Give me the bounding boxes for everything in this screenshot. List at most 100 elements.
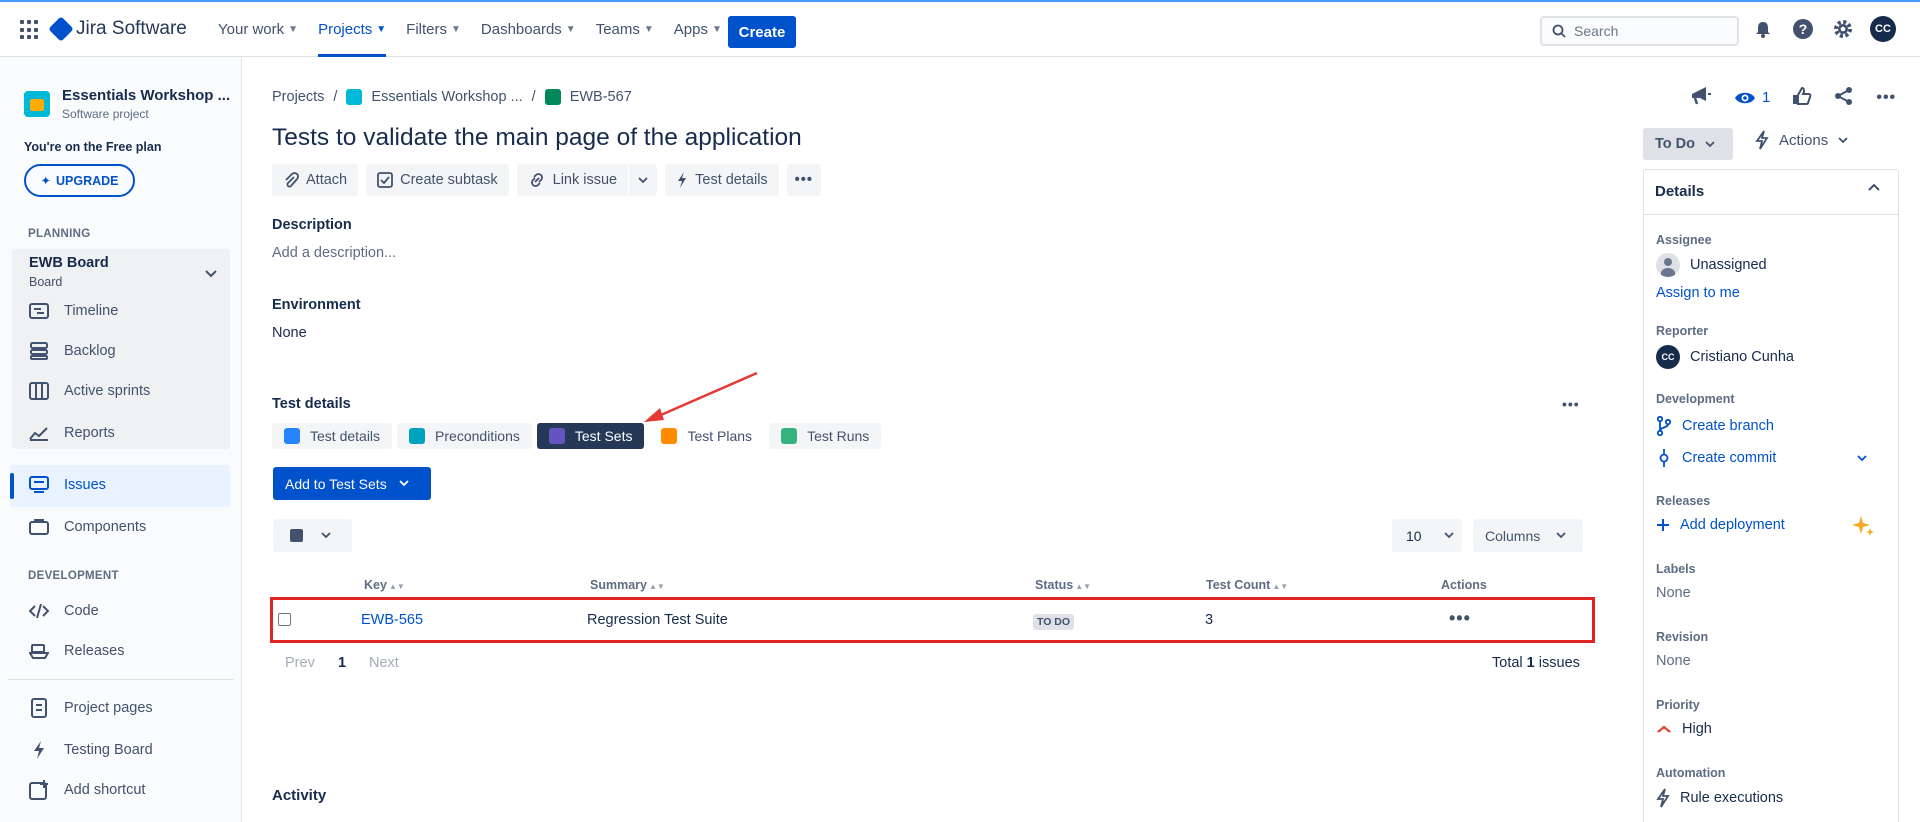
tab-test-runs[interactable]: Test Runs [769,423,882,449]
sidebar-item-reports[interactable]: Reports [28,423,115,443]
page-size-select[interactable]: 10 [1392,519,1462,552]
issue-title[interactable]: Tests to validate the main page of the a… [272,124,802,152]
sidebar-item-timeline[interactable]: Timeline [28,301,118,321]
watchers-button[interactable]: 1 [1734,89,1770,106]
commit-icon [1659,449,1669,467]
nav-teams[interactable]: Teams ▼ [586,2,664,57]
sidebar-item-label: Timeline [64,303,119,319]
link-issue-dropdown[interactable] [629,164,658,196]
project-header[interactable]: Essentials Workshop ... Software project [24,87,230,121]
nav-dashboards[interactable]: Dashboards ▼ [471,2,586,57]
sidebar-item-issues[interactable]: Issues [28,475,106,495]
nav-filters[interactable]: Filters ▼ [396,2,471,57]
share-icon[interactable] [1834,86,1854,109]
add-to-test-sets-label: Add to Test Sets [285,475,387,492]
board-name[interactable]: EWB Board [29,255,109,271]
nav-apps[interactable]: Apps ▼ [664,2,732,57]
ai-sparkle-icon[interactable] [1851,514,1875,538]
column-header-status[interactable]: Status ▲▼ [1035,578,1091,592]
app-switcher-icon[interactable] [20,20,40,40]
add-to-test-sets-button[interactable]: Add to Test Sets [273,467,431,500]
user-avatar[interactable]: CC [1870,16,1896,42]
automation-field[interactable]: Rule executions [1656,788,1783,808]
settings-gear-icon[interactable] [1830,16,1856,42]
sidebar-item-components[interactable]: Components [28,517,146,537]
create-button[interactable]: Create [728,16,796,48]
breadcrumb-project[interactable]: Essentials Workshop ... [371,89,522,105]
column-header-summary[interactable]: Summary ▲▼ [590,578,665,592]
sort-icon: ▲▼ [1272,582,1289,591]
sidebar-item-active-sprints[interactable]: Active sprints [28,381,150,401]
pager-current-page[interactable]: 1 [338,655,346,671]
labels-value[interactable]: None [1656,585,1691,601]
environment-field[interactable]: None [272,325,307,341]
search-icon [1552,24,1566,38]
revision-value[interactable]: None [1656,653,1691,669]
status-dropdown[interactable]: To Do [1643,128,1733,160]
sidebar-item-testing-board[interactable]: Testing Board [28,740,153,760]
assignee-field[interactable]: Unassigned [1656,253,1767,277]
search-placeholder: Search [1574,23,1619,39]
create-branch-link[interactable]: Create branch [1656,416,1774,436]
columns-button[interactable]: Columns [1473,519,1583,552]
breadcrumb-issue-key[interactable]: EWB-567 [570,89,632,105]
chevron-down-icon [321,532,331,539]
column-header-test-count[interactable]: Test Count ▲▼ [1206,578,1288,592]
components-icon [28,517,50,537]
priority-field[interactable]: High [1656,721,1712,737]
sidebar-item-releases[interactable]: Releases [28,641,124,661]
sidebar-item-code[interactable]: Code [28,601,99,621]
more-actions-button[interactable]: ••• [786,164,821,196]
details-header[interactable]: Details [1643,169,1899,215]
sidebar-item-add-shortcut[interactable]: Add shortcut [28,780,145,800]
link-issue-button[interactable]: Link issue [516,164,629,196]
breadcrumb-projects[interactable]: Projects [272,89,324,105]
watch-count: 1 [1762,89,1771,106]
nav-your-work[interactable]: Your work ▼ [208,2,308,57]
tab-test-plans[interactable]: Test Plans [649,423,765,449]
feedback-megaphone-icon[interactable] [1690,86,1712,109]
add-deployment-link[interactable]: Add deployment [1656,517,1785,533]
attach-button[interactable]: Attach [272,164,359,196]
column-header-key[interactable]: Key ▲▼ [364,578,405,592]
more-horizontal-icon[interactable]: ••• [1876,89,1896,107]
assign-to-me-link[interactable]: Assign to me [1656,285,1740,301]
tab-test-sets[interactable]: Test Sets [536,423,645,449]
row-actions-more-icon[interactable]: ••• [1449,608,1471,629]
tab-test-details[interactable]: Test details [272,423,393,449]
create-commit-link[interactable]: Create commit [1656,448,1776,468]
sidebar-item-backlog[interactable]: Backlog [28,341,116,361]
tab-preconditions[interactable]: Preconditions [397,423,532,449]
help-icon[interactable]: ? [1790,16,1816,42]
pager-next[interactable]: Next [369,655,399,671]
nav-projects[interactable]: Projects ▼ [308,2,396,57]
checkbox-icon [290,529,303,542]
row-checkbox[interactable] [278,613,291,626]
description-field[interactable]: Add a description... [272,245,396,261]
create-subtask-button[interactable]: Create subtask [366,164,509,196]
pager-prev[interactable]: Prev [285,655,315,671]
sort-icon: ▲▼ [1075,582,1092,591]
jira-logo[interactable]: Jira Software [48,16,187,42]
reporter-field[interactable]: CC Cristiano Cunha [1656,345,1794,369]
paperclip-icon [285,172,299,188]
test-details-button[interactable]: Test details [665,164,779,196]
sidebar-item-project-pages[interactable]: Project pages [28,698,153,718]
bulk-select-button[interactable] [273,519,352,552]
section-more-icon[interactable]: ••• [1562,396,1580,412]
notifications-icon[interactable] [1750,16,1776,42]
row-issue-key-link[interactable]: EWB-565 [361,612,423,628]
chevron-down-icon[interactable] [1857,455,1867,462]
search-input[interactable]: Search [1540,16,1739,46]
chevron-up-icon[interactable] [1868,183,1880,191]
plus-icon [1657,519,1669,531]
priority-value: High [1682,721,1712,737]
create-branch-label: Create branch [1682,418,1774,434]
upgrade-button[interactable]: ✦ UPGRADE [24,164,135,197]
backlog-icon [28,341,50,361]
thumbs-up-icon[interactable] [1792,86,1812,109]
actions-dropdown[interactable]: Actions [1755,130,1848,150]
issues-icon [28,475,50,495]
lightning-outline-icon [1755,130,1769,150]
chevron-down-icon[interactable] [205,270,217,278]
